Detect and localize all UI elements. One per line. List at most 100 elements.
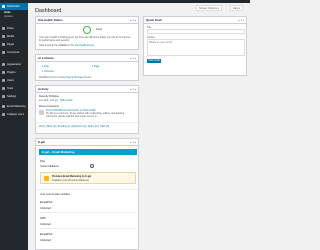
sidebar-item-media[interactable]: Media (0, 33, 28, 40)
toggle-panel-icon[interactable]: ▴ (135, 141, 136, 144)
sidebar-collapse-menu[interactable]: Collapse menu (0, 111, 28, 118)
comment-icon (2, 51, 5, 54)
promo-title: Premium Email Marketing by E-gel (52, 175, 92, 178)
pin-icon (2, 27, 5, 30)
panel-header: Site Health Status ▴ ▾ ▴ (36, 17, 138, 24)
screen-options-tab[interactable]: Screen Options ▾ (196, 5, 222, 11)
sidebar-sub-updates[interactable]: Updates (4, 15, 13, 18)
glance-pages-link[interactable]: 1 Page (92, 65, 100, 68)
move-down-icon[interactable]: ▾ (133, 88, 134, 91)
egel-panel: E-gel ▴ ▾ ▴ E-gel – Email Marketing Plan… (35, 138, 139, 250)
users-icon (2, 79, 5, 82)
avatar (39, 110, 44, 115)
recent-comments-heading: Recent Comments (39, 105, 59, 108)
health-status-label: Good (96, 28, 102, 31)
comment-filters[interactable]: All (1) | Mine (0) | Pending (0) | Appro… (39, 125, 137, 128)
activity-panel: Activity ▴ ▾ ▴ Recently Published Jun 14… (35, 85, 139, 134)
panel-title: E-gel (38, 139, 46, 144)
health-status-icon (83, 26, 91, 34)
toggle-panel-icon[interactable]: ▴ (135, 57, 136, 60)
comment-excerpt-2: comments, please visit the Comments scre… (46, 115, 99, 118)
sidebar-item-users[interactable]: Users (0, 77, 28, 84)
page-icon (2, 43, 5, 46)
recently-published-heading: Recently Published (39, 95, 60, 98)
move-up-icon[interactable]: ▴ (130, 57, 131, 60)
divider (40, 212, 136, 213)
post-date: Jun 14th, 1:31 pm (39, 99, 59, 102)
move-down-icon[interactable]: ▾ (133, 141, 134, 144)
sidebar-submenu: Home Updates (4, 11, 13, 18)
sidebar-item-dashboard[interactable]: Dashboard (0, 3, 28, 10)
egel-banner: E-gel – Email Marketing (39, 149, 137, 155)
media-icon (2, 35, 5, 38)
glance-posts-link[interactable]: 1 Post (42, 65, 49, 68)
move-down-icon[interactable]: ▾ (133, 57, 134, 60)
collapse-icon (2, 113, 5, 116)
email-icon (2, 105, 5, 108)
panel-header: E-gel ▴ ▾ ▴ (36, 139, 138, 146)
move-down-icon[interactable]: ▾ (133, 19, 134, 22)
theme-link[interactable]: Twenty Nineteen (66, 76, 84, 79)
plan-toggle[interactable] (90, 164, 94, 168)
quick-draft-panel: Quick Draft ▴ ▾ ▴ Title Content What's o… (143, 16, 247, 76)
divider (36, 189, 138, 190)
panel-title: Quick Draft (146, 17, 162, 22)
draft-title-input[interactable] (147, 29, 245, 34)
panel-header: Quick Draft ▴ ▾ ▴ (144, 17, 246, 24)
admin-sidebar: Dashboard Home Updates Posts Media Pages… (0, 3, 28, 250)
wrench-icon (2, 87, 5, 90)
toggle-panel-icon[interactable]: ▴ (243, 19, 244, 22)
post-link[interactable]: Hello world! (60, 99, 73, 102)
save-draft-button[interactable]: Save Draft (147, 59, 161, 63)
brush-icon (2, 63, 5, 66)
plan-row-label: Email/Post (40, 233, 53, 236)
toggle-panel-icon[interactable]: ▴ (135, 88, 136, 91)
site-health-panel: Site Health Status ▴ ▾ ▴ Good Your site'… (35, 16, 139, 50)
sidebar-sub-home[interactable]: Home (4, 11, 13, 14)
panel-title: At a Glance (38, 55, 54, 60)
dashboard-icon (2, 5, 5, 8)
site-health-link[interactable]: Site Health screen (75, 44, 95, 47)
move-up-icon[interactable]: ▴ (130, 88, 131, 91)
at-a-glance-panel: At a Glance ▴ ▾ ▴ 1 Post 1 Page 1 Commen… (35, 54, 139, 81)
panel-header: At a Glance ▴ ▾ ▴ (36, 55, 138, 62)
plan-label: Plan (40, 160, 46, 163)
move-up-icon[interactable]: ▴ (130, 141, 131, 144)
promo-notice: Premium Email Marketing by E-gel Availab… (40, 172, 136, 184)
health-items-count: 4 items (58, 44, 67, 47)
page-title: Dashboard (35, 8, 62, 14)
settings-icon (2, 95, 5, 98)
admin-toolbar (0, 0, 250, 3)
warning-icon (44, 176, 49, 181)
glance-comments-link[interactable]: 1 Comment (42, 70, 54, 73)
promo-text: Available now with Email Marketing (52, 179, 90, 182)
move-up-icon[interactable]: ▴ (130, 19, 131, 22)
sidebar-item-tools[interactable]: Tools (0, 85, 28, 92)
panel-title: Activity (38, 86, 49, 91)
draft-content-textarea[interactable]: What's on your mind? (147, 39, 245, 56)
health-desc-2: its performance and security. (39, 39, 70, 42)
sidebar-item-email-marketing[interactable]: Email Marketing (0, 103, 28, 110)
plugin-icon (2, 71, 5, 74)
panel-title: Site Health Status (38, 17, 63, 22)
sidebar-item-comments[interactable]: Comments (0, 49, 28, 56)
content-placeholder: What's on your mind? (149, 41, 173, 44)
plan-section-heading: Your current plan includes (40, 193, 70, 196)
sidebar-item-plugins[interactable]: Plugins (0, 69, 28, 76)
plan-row-label: SMS (40, 217, 46, 220)
sidebar-item-posts[interactable]: Posts (0, 25, 28, 32)
sidebar-item-appearance[interactable]: Appearance (0, 61, 28, 68)
sidebar-item-pages[interactable]: Pages (0, 41, 28, 48)
plan-row-value: Unlimited (40, 239, 51, 242)
move-up-icon[interactable]: ▴ (238, 19, 239, 22)
toggle-panel-icon[interactable]: ▴ (135, 19, 136, 22)
glance-footer: WordPress 5.2.2 running Twenty Nineteen … (39, 76, 92, 79)
current-plan: Current Balance (40, 165, 59, 168)
divider (40, 228, 136, 229)
help-tab[interactable]: Help ▾ (230, 5, 244, 11)
move-down-icon[interactable]: ▾ (241, 19, 242, 22)
plan-row-value: Unlimited (40, 207, 51, 210)
sidebar-item-settings[interactable]: Settings (0, 93, 28, 100)
panel-header: Activity ▴ ▾ ▴ (36, 86, 138, 93)
health-items-text: Take a look at the 4 items on the Site H… (39, 44, 95, 47)
